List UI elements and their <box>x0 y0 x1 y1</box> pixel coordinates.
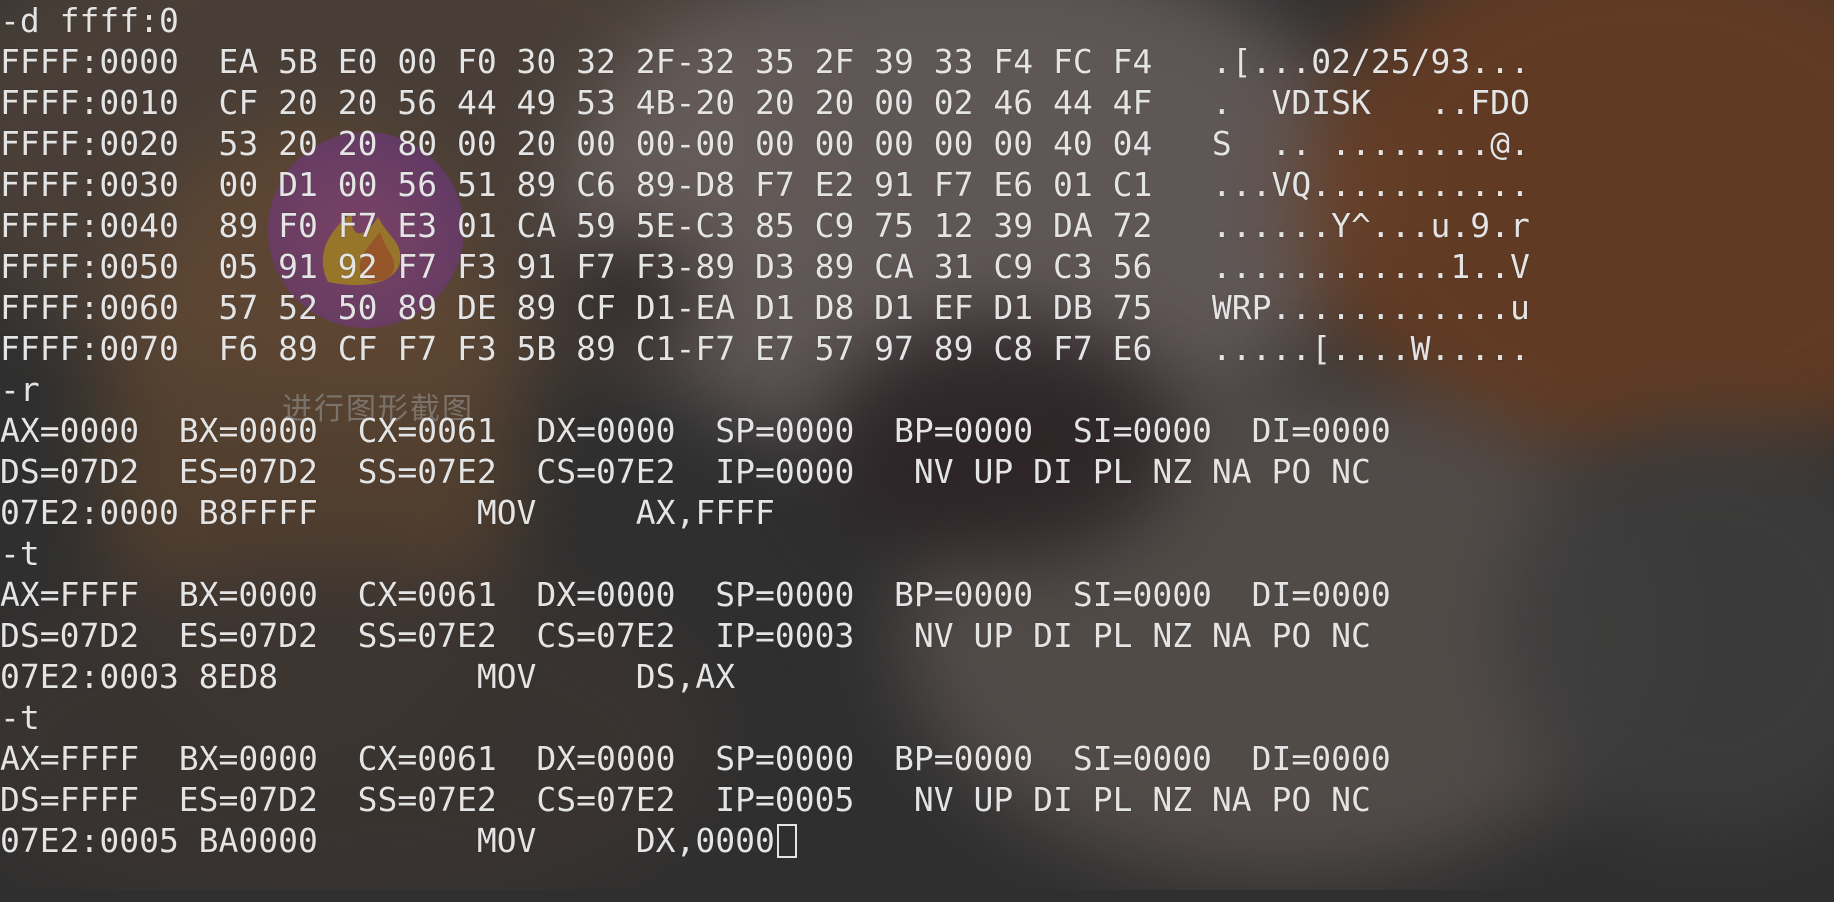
console-line: AX=0000 BX=0000 CX=0061 DX=0000 SP=0000 … <box>0 411 1391 450</box>
console-line: FFFF:0050 05 91 92 F7 F3 91 F7 F3-89 D3 … <box>0 247 1530 286</box>
console-line: DS=07D2 ES=07D2 SS=07E2 CS=07E2 IP=0000 … <box>0 452 1371 491</box>
console-line: FFFF:0070 F6 89 CF F7 F3 5B 89 C1-F7 E7 … <box>0 329 1530 368</box>
console-line: -t <box>0 534 40 573</box>
console-line: FFFF:0060 57 52 50 89 DE 89 CF D1-EA D1 … <box>0 288 1530 327</box>
console-line: FFFF:0010 CF 20 20 56 44 49 53 4B-20 20 … <box>0 83 1530 122</box>
console-line: AX=FFFF BX=0000 CX=0061 DX=0000 SP=0000 … <box>0 575 1391 614</box>
console-line: FFFF:0020 53 20 20 80 00 20 00 00-00 00 … <box>0 124 1530 163</box>
command-prompt: 07E2:0005 BA0000 MOV DX,0000 <box>0 821 775 860</box>
console-line: 07E2:0000 B8FFFF MOV AX,FFFF <box>0 493 775 532</box>
console-line: -d ffff:0 <box>0 1 179 40</box>
console-line: FFFF:0030 00 D1 00 56 51 89 C6 89-D8 F7 … <box>0 165 1530 204</box>
console-line: DS=07D2 ES=07D2 SS=07E2 CS=07E2 IP=0003 … <box>0 616 1371 655</box>
console-line: -r <box>0 370 40 409</box>
console-line: -t <box>0 698 40 737</box>
console-line: FFFF:0040 89 F0 F7 E3 01 CA 59 5E-C3 85 … <box>0 206 1530 245</box>
text-cursor <box>776 824 797 858</box>
console-line: AX=FFFF BX=0000 CX=0061 DX=0000 SP=0000 … <box>0 739 1391 778</box>
dos-debug-console[interactable]: -d ffff:0 FFFF:0000 EA 5B E0 00 F0 30 32… <box>0 0 1834 890</box>
console-line: FFFF:0000 EA 5B E0 00 F0 30 32 2F-32 35 … <box>0 42 1530 81</box>
console-line: 07E2:0003 8ED8 MOV DS,AX <box>0 657 736 696</box>
command-prompt-line[interactable]: 07E2:0005 BA0000 MOV DX,0000 <box>0 820 797 861</box>
console-line: DS=FFFF ES=07D2 SS=07E2 CS=07E2 IP=0005 … <box>0 780 1371 819</box>
